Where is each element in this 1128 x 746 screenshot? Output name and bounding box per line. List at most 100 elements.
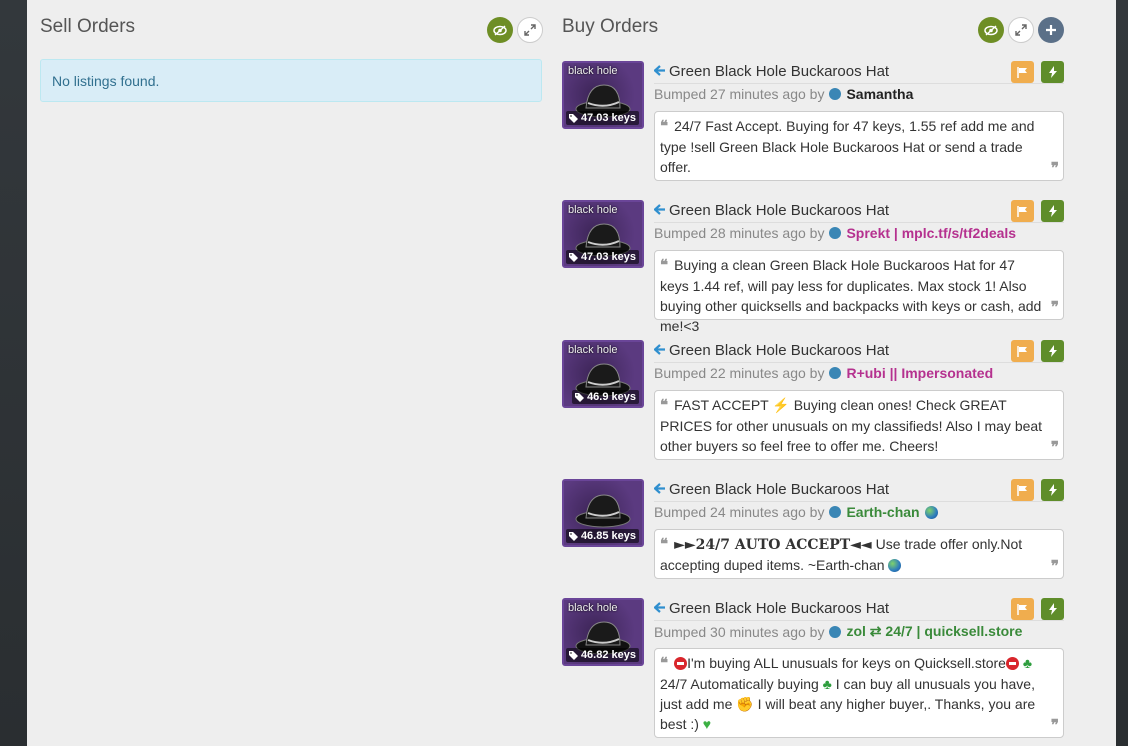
user-status-icon (829, 506, 842, 518)
clover-emoji-icon: ♣ (1022, 655, 1033, 671)
expand-icon (1015, 24, 1027, 36)
effect-label: black hole (568, 344, 618, 356)
green-heart-emoji-icon: ♥ (702, 716, 712, 732)
bolt-icon (1048, 603, 1057, 615)
arrow-left-icon (654, 204, 665, 215)
globe-emoji-icon (888, 559, 902, 572)
flag-icon (1017, 484, 1027, 496)
trade-button[interactable] (1041, 598, 1064, 620)
bumped-info: Bumped 28 minutes ago by Sprekt | mplc.t… (654, 225, 1017, 241)
bumped-info: Bumped 24 minutes ago by Earth-chan (654, 504, 938, 520)
item-icon[interactable]: black hole 47.03 keys (562, 61, 644, 129)
listing-comment: ❝ ►►24/7 AUTO ACCEPT◄◄ Use trade offer on… (654, 529, 1064, 579)
item-icon[interactable]: black hole 46.82 keys (562, 598, 644, 666)
user-name[interactable]: zol ⇄ 24/7 | quicksell.store (846, 623, 1022, 640)
user-status-icon (829, 367, 842, 379)
trade-button[interactable] (1041, 479, 1064, 501)
listing: 46.85 keys Green Black Hole Buckaroos Ha… (562, 479, 1065, 607)
tag-icon (568, 650, 578, 660)
report-button[interactable] (1011, 61, 1034, 83)
listing-comment: ❝ 24/7 Fast Accept. Buying for 47 keys, 1… (654, 111, 1064, 181)
quote-open-icon: ❝ (660, 536, 669, 553)
clover-emoji-icon: ♣ (822, 676, 832, 692)
globe-emoji-icon (924, 505, 938, 519)
background-right (1116, 0, 1128, 746)
item-name[interactable]: Green Black Hole Buckaroos Hat (669, 342, 889, 359)
price-badge: 46.85 keys (565, 529, 639, 543)
bumped-info: Bumped 27 minutes ago by Samantha (654, 86, 914, 102)
listing-comment: ❝ I'm buying ALL unusuals for keys on Qui… (654, 648, 1064, 738)
price-badge: 47.03 keys (565, 250, 639, 264)
bolt-icon (1048, 484, 1057, 496)
add-buy-order-button[interactable] (1038, 17, 1064, 43)
effect-label: black hole (568, 602, 618, 614)
listing-title-row: Green Black Hole Buckaroos Hat (654, 479, 1064, 502)
item-name[interactable]: Green Black Hole Buckaroos Hat (669, 481, 889, 498)
quote-close-icon: ❞ (1050, 299, 1059, 316)
effect-label: black hole (568, 204, 618, 216)
quote-open-icon: ❝ (660, 655, 669, 672)
tag-icon (568, 531, 578, 541)
bumped-info: Bumped 30 minutes ago by zol ⇄ 24/7 | qu… (654, 623, 1023, 640)
listing-title-row: Green Black Hole Buckaroos Hat (654, 598, 1064, 621)
effect-label: black hole (568, 65, 618, 77)
trade-button[interactable] (1041, 200, 1064, 222)
item-icon[interactable]: black hole 46.9 keys (562, 340, 644, 408)
background-left (0, 0, 27, 746)
item-name[interactable]: Green Black Hole Buckaroos Hat (669, 600, 889, 617)
item-icon[interactable]: black hole 47.03 keys (562, 200, 644, 268)
user-status-icon (829, 625, 842, 638)
price-badge: 46.9 keys (572, 390, 639, 404)
bolt-icon (1048, 205, 1057, 217)
report-button[interactable] (1011, 598, 1034, 620)
trade-button[interactable] (1041, 340, 1064, 362)
arrow-left-icon (654, 65, 665, 76)
buy-expand-button[interactable] (1008, 17, 1034, 43)
user-name[interactable]: Earth-chan (846, 504, 919, 520)
flag-icon (1017, 205, 1027, 217)
tag-icon (568, 252, 578, 262)
classifieds-panel: Sell Orders No listings found. Buy Order… (27, 0, 1116, 746)
bolt-icon (1048, 66, 1057, 78)
user-name[interactable]: R+ubi || Impersonated (846, 365, 993, 381)
item-name[interactable]: Green Black Hole Buckaroos Hat (669, 63, 889, 80)
listing: black hole 46.82 keys Green Black Hole B… (562, 598, 1065, 746)
price-badge: 47.03 keys (565, 111, 639, 125)
arrow-left-icon (654, 344, 665, 355)
trade-button[interactable] (1041, 61, 1064, 83)
item-name[interactable]: Green Black Hole Buckaroos Hat (669, 202, 889, 219)
listing-comment: ❝ FAST ACCEPT ⚡ Buying clean ones! Check … (654, 390, 1064, 460)
buy-orders-title: Buy Orders (562, 16, 659, 37)
report-button[interactable] (1011, 340, 1034, 362)
user-name[interactable]: Samantha (846, 86, 913, 102)
user-status-icon (829, 227, 842, 239)
listing: black hole 47.03 keys Green Black Hole B… (562, 61, 1065, 189)
no-entry-emoji-icon (674, 657, 688, 670)
quote-open-icon: ❝ (660, 257, 669, 274)
listing-title-row: Green Black Hole Buckaroos Hat (654, 200, 1064, 223)
listing: black hole 46.9 keys Green Black Hole Bu… (562, 340, 1065, 468)
flag-icon (1017, 66, 1027, 78)
report-button[interactable] (1011, 200, 1034, 222)
listing-comment: ❝ Buying a clean Green Black Hole Buckaro… (654, 250, 1064, 334)
listing: black hole 47.03 keys Green Black Hole B… (562, 200, 1065, 334)
user-name[interactable]: Sprekt | mplc.tf/s/tf2deals (846, 225, 1016, 241)
arrow-left-icon (654, 483, 665, 494)
quote-open-icon: ❝ (660, 397, 669, 414)
buy-toggle-visibility-button[interactable] (978, 17, 1004, 43)
bumped-info: Bumped 22 minutes ago by R+ubi || Impers… (654, 365, 994, 381)
sell-expand-button[interactable] (517, 17, 543, 43)
tag-icon (568, 113, 578, 123)
item-icon[interactable]: 46.85 keys (562, 479, 644, 547)
quote-close-icon: ❞ (1050, 558, 1059, 575)
flexed-biceps-emoji-icon: ✊ (736, 696, 754, 712)
quote-open-icon: ❝ (660, 118, 669, 135)
hat-icon (575, 494, 631, 528)
no-listings-text: No listings found. (52, 73, 160, 89)
eye-slash-icon (984, 24, 998, 36)
lightning-emoji-icon: ⚡ (772, 397, 790, 413)
tag-icon (575, 392, 585, 402)
sell-toggle-visibility-button[interactable] (487, 17, 513, 43)
report-button[interactable] (1011, 479, 1034, 501)
expand-icon (524, 24, 536, 36)
